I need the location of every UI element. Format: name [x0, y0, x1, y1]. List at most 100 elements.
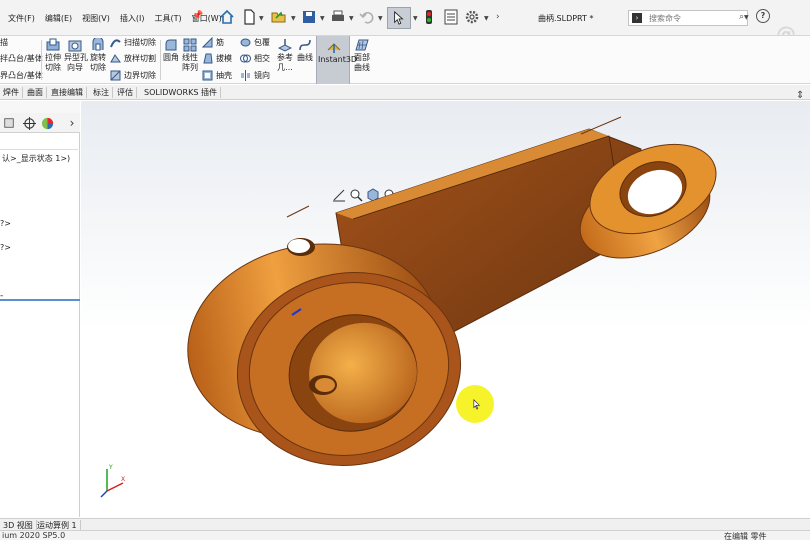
- select-dropdown-icon[interactable]: ▼: [413, 15, 418, 22]
- panel-header: [0, 101, 80, 113]
- tab-surfaces[interactable]: 曲面: [24, 87, 47, 98]
- command-manager-tabs: 焊件 曲面 直接编辑 标注 评估 SOLIDWORKS 插件: [0, 85, 810, 100]
- lofted-boss-label[interactable]: 拌凸台/基体: [0, 53, 43, 64]
- select-tool-button[interactable]: [387, 7, 411, 29]
- draft-icon: [203, 53, 213, 64]
- reference-geometry-icon: [278, 39, 292, 52]
- tree-item-a[interactable]: ?>: [0, 219, 11, 228]
- command-search-box[interactable]: › 搜索命令 ⌕: [628, 10, 748, 26]
- instant3d-button[interactable]: Instant3D: [316, 36, 357, 84]
- home-icon[interactable]: [219, 9, 235, 25]
- lofted-cut-icon: [110, 54, 121, 63]
- extruded-cut-button[interactable]: 拉伸 切除: [43, 38, 63, 73]
- lofted-cut-label: 放样切割: [124, 54, 156, 63]
- shell-label: 抽壳: [216, 71, 232, 80]
- swept-boss-label[interactable]: 描: [0, 37, 8, 48]
- menu-edit[interactable]: 编辑(E): [45, 13, 72, 24]
- menu-insert[interactable]: 插入(I): [120, 13, 145, 24]
- reference-geometry-label: 参考 几...: [277, 53, 293, 72]
- feature-tree-filter[interactable]: [0, 138, 78, 150]
- wrap-label: 包覆: [254, 38, 270, 47]
- title-bar: 文件(F) 编辑(E) 视图(V) 插入(I) 工具(T) 窗口(W) 📌 ▼ …: [0, 0, 810, 46]
- extruded-cut-label: 拉伸 切除: [45, 53, 61, 72]
- svg-text:X: X: [121, 476, 125, 483]
- search-dropdown-icon[interactable]: ▼: [744, 14, 749, 21]
- shell-button[interactable]: 抽壳: [202, 70, 232, 81]
- menu-file[interactable]: 文件(F): [8, 13, 35, 24]
- boundary-cut-icon: [110, 70, 121, 81]
- boundary-boss-label[interactable]: 界凸台/基体: [0, 70, 43, 81]
- tab-markup[interactable]: 标注: [90, 87, 113, 98]
- tree-item-b[interactable]: ?>: [0, 243, 11, 252]
- pin-icon[interactable]: 📌: [192, 11, 203, 21]
- status-bar: ium 2020 SP5.0 在编辑 零件: [0, 530, 810, 540]
- coordinate-triad-icon: Y X: [100, 464, 125, 498]
- options-dropdown-icon[interactable]: ▼: [484, 15, 489, 22]
- mouse-cursor-highlight: [456, 385, 494, 423]
- lofted-cut-button[interactable]: 放样切割: [110, 53, 156, 64]
- intersect-button[interactable]: 相交: [240, 53, 270, 64]
- graphics-area[interactable]: Y X: [81, 101, 810, 517]
- pointer-icon: [394, 11, 404, 25]
- new-dropdown-icon[interactable]: ▼: [259, 15, 264, 22]
- panel-collapse-icon[interactable]: ⇕: [796, 90, 804, 101]
- undo-dropdown-icon[interactable]: ▼: [378, 15, 383, 22]
- menu-bar: 文件(F) 编辑(E) 视图(V) 插入(I) 工具(T) 窗口(W): [8, 13, 222, 24]
- toolbar-separator: [160, 40, 161, 80]
- revolved-cut-label: 旋转 切除: [90, 53, 106, 72]
- menu-tools[interactable]: 工具(T): [154, 13, 181, 24]
- mirror-label: 镜向: [254, 71, 270, 80]
- tab-solidworks-addins[interactable]: SOLIDWORKS 插件: [141, 87, 221, 98]
- rebuild-icon[interactable]: [421, 9, 437, 25]
- tab-weldments[interactable]: 焊件: [0, 87, 23, 98]
- swept-cut-button[interactable]: 扫描切除: [110, 37, 156, 48]
- panel-splitter[interactable]: [0, 299, 80, 301]
- new-document-icon[interactable]: [241, 9, 257, 25]
- wrap-icon: [240, 38, 251, 47]
- tree-display-state[interactable]: 认>_显示状态 1>): [2, 153, 70, 164]
- curves-label: 曲线: [297, 53, 313, 62]
- rib-button[interactable]: 筋: [202, 37, 224, 48]
- chevron-right-icon[interactable]: ›: [64, 115, 80, 131]
- save-icon[interactable]: [301, 9, 317, 25]
- options-gear-icon[interactable]: [464, 9, 480, 25]
- crank-part-model[interactable]: [81, 101, 810, 517]
- rib-label: 筋: [216, 38, 224, 47]
- undo-icon[interactable]: [359, 9, 375, 25]
- open-dropdown-icon[interactable]: ▼: [291, 15, 296, 22]
- intersect-icon: [240, 54, 251, 63]
- print-dropdown-icon[interactable]: ▼: [349, 15, 354, 22]
- face-curves-button[interactable]: 面部 曲线: [352, 38, 372, 73]
- swept-cut-label: 扫描切除: [124, 38, 156, 47]
- extruded-cut-icon: [46, 38, 60, 51]
- version-text: ium 2020 SP5.0: [2, 531, 66, 540]
- save-dropdown-icon[interactable]: ▼: [320, 15, 325, 22]
- print-icon[interactable]: [330, 9, 346, 25]
- mirror-button[interactable]: 镜向: [240, 70, 270, 81]
- help-icon[interactable]: ?: [756, 9, 770, 23]
- draft-label: 拔模: [216, 54, 232, 63]
- face-curves-label: 面部 曲线: [354, 53, 370, 72]
- svg-text:Y: Y: [108, 464, 113, 471]
- linear-pattern-button[interactable]: 线性 阵列: [181, 38, 199, 73]
- wrap-button[interactable]: 包覆: [240, 37, 270, 48]
- tab-direct-editing[interactable]: 直接编辑: [48, 87, 87, 98]
- fillet-button[interactable]: 圆角: [162, 38, 180, 63]
- curves-button[interactable]: 曲线: [296, 38, 314, 63]
- menu-view[interactable]: 视图(V): [82, 13, 110, 24]
- edit-mode-text: 在编辑 零件: [724, 532, 767, 540]
- dimxpert-manager-tab[interactable]: [21, 115, 37, 131]
- fillet-icon: [165, 39, 177, 51]
- draft-button[interactable]: 拔模: [202, 53, 232, 64]
- open-icon[interactable]: [271, 9, 287, 25]
- tab-evaluate[interactable]: 评估: [114, 87, 137, 98]
- file-properties-icon[interactable]: [443, 9, 459, 25]
- display-manager-tab[interactable]: [39, 115, 55, 131]
- boundary-cut-button[interactable]: 边界切除: [110, 70, 156, 81]
- toolbar-more-icon[interactable]: ›: [496, 12, 500, 22]
- feature-manager-panel: › 认>_显示状态 1>) ?> ?> -: [0, 101, 80, 517]
- config-manager-tab[interactable]: [1, 115, 17, 131]
- hole-wizard-button[interactable]: 异型孔 向导: [64, 38, 88, 73]
- revolved-cut-button[interactable]: 旋转 切除: [88, 38, 108, 73]
- reference-geometry-button[interactable]: 参考 几...: [275, 38, 295, 73]
